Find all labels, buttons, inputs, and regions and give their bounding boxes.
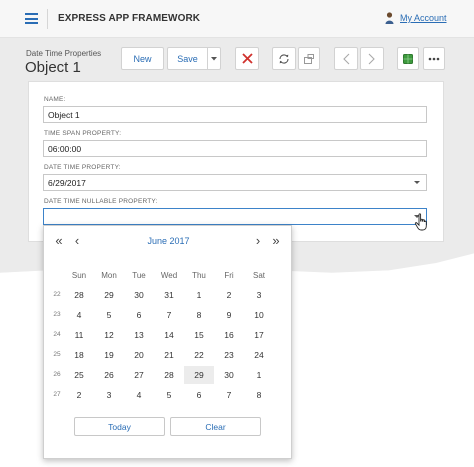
name-field[interactable]: Object 1	[43, 106, 427, 123]
calendar-day[interactable]: 27	[124, 366, 154, 384]
detail-form: NAME: Object 1 TIME SPAN PROPERTY: 06:00…	[28, 81, 444, 242]
calendar-day[interactable]: 29	[184, 366, 214, 384]
chevron-down-icon	[211, 56, 217, 60]
more-icon	[428, 57, 440, 60]
show-in-window-button[interactable]	[298, 47, 320, 70]
calendar-day[interactable]: 28	[154, 366, 184, 384]
day-of-week-header: Mon	[101, 271, 117, 280]
page-title: Object 1	[25, 59, 81, 76]
calendar-day[interactable]: 19	[94, 346, 124, 364]
calendar-day[interactable]: 28	[64, 286, 94, 304]
more-actions-button[interactable]	[423, 47, 445, 70]
calendar-day[interactable]: 13	[124, 326, 154, 344]
timespan-field[interactable]: 06:00:00	[43, 140, 427, 157]
hand-cursor-icon	[414, 213, 427, 231]
calendar-day[interactable]: 20	[124, 346, 154, 364]
clear-button[interactable]: Clear	[170, 417, 261, 436]
next-record-button[interactable]	[360, 47, 384, 70]
calendar-day[interactable]: 11	[64, 326, 94, 344]
calendar-day[interactable]: 22	[184, 346, 214, 364]
calendar-day[interactable]: 6	[184, 386, 214, 404]
app-title: EXPRESS APP FRAMEWORK	[58, 13, 201, 24]
calendar-day[interactable]: 4	[124, 386, 154, 404]
calendar-day[interactable]: 3	[94, 386, 124, 404]
my-account-link[interactable]: My Account	[400, 13, 447, 23]
name-label: NAME:	[44, 96, 66, 103]
calendar-popup: « ‹ June 2017 › » Sun Mon Tue Wed Thu Fri Sat …	[43, 225, 292, 459]
calendar-day[interactable]: 5	[94, 306, 124, 324]
calendar-day[interactable]: 5	[154, 386, 184, 404]
calendar-day[interactable]: 2	[214, 286, 244, 304]
datetime-value: 6/29/2017	[48, 178, 86, 188]
calendar-day[interactable]: 9	[214, 306, 244, 324]
grid-button[interactable]	[397, 47, 419, 70]
calendar-day[interactable]: 7	[154, 306, 184, 324]
calendar-day[interactable]: 6	[124, 306, 154, 324]
calendar-day[interactable]: 4	[64, 306, 94, 324]
today-button[interactable]: Today	[74, 417, 165, 436]
calendar-day[interactable]: 16	[214, 326, 244, 344]
calendar-day[interactable]: 25	[64, 366, 94, 384]
calendar-day[interactable]: 3	[244, 286, 274, 304]
calendar-day[interactable]: 31	[154, 286, 184, 304]
day-of-week-header: Sat	[252, 271, 265, 280]
calendar-day[interactable]: 15	[184, 326, 214, 344]
calendar-day[interactable]: 1	[184, 286, 214, 304]
day-of-week-header: Sun	[71, 271, 87, 280]
user-icon	[385, 12, 394, 24]
calendar-day[interactable]: 21	[154, 346, 184, 364]
save-button[interactable]: Save	[167, 47, 208, 70]
calendar-day[interactable]: 29	[94, 286, 124, 304]
calendar-day[interactable]: 24	[244, 346, 274, 364]
breadcrumb: Date Time Properties	[26, 49, 102, 58]
delete-button[interactable]	[235, 47, 259, 70]
refresh-icon	[279, 53, 289, 64]
calendar-day[interactable]: 10	[244, 306, 274, 324]
close-icon	[241, 53, 253, 64]
grid-icon	[403, 53, 413, 64]
chevron-left-icon	[343, 53, 350, 64]
calendar-day[interactable]: 1	[244, 366, 274, 384]
timespan-label: TIME SPAN PROPERTY:	[44, 130, 122, 137]
next-icon[interactable]: ›	[251, 234, 265, 248]
calendar-day[interactable]: 12	[94, 326, 124, 344]
nullable-datetime-field[interactable]	[43, 208, 427, 225]
app-bar: EXPRESS APP FRAMEWORK My Account	[0, 0, 474, 38]
day-of-week-header: Thu	[192, 271, 206, 280]
datetime-field[interactable]: 6/29/2017	[43, 174, 427, 191]
day-of-week-header: Wed	[160, 271, 178, 280]
calendar-day[interactable]: 30	[124, 286, 154, 304]
calendar-day[interactable]: 23	[214, 346, 244, 364]
day-of-week-header: Fri	[224, 271, 234, 280]
save-dropdown-button[interactable]	[207, 47, 221, 70]
calendar-day[interactable]: 26	[94, 366, 124, 384]
calendar-day[interactable]: 7	[214, 386, 244, 404]
datetime-label: DATE TIME PROPERTY:	[44, 164, 121, 171]
calendar-day[interactable]: 17	[244, 326, 274, 344]
previous-record-button[interactable]	[334, 47, 358, 70]
calendar-day[interactable]: 8	[244, 386, 274, 404]
refresh-button[interactable]	[272, 47, 296, 70]
divider	[47, 9, 48, 29]
chevron-down-icon[interactable]	[414, 181, 420, 184]
hamburger-icon[interactable]	[25, 13, 38, 24]
last-icon[interactable]: »	[269, 234, 283, 248]
calendar-day[interactable]: 14	[154, 326, 184, 344]
calendar-day[interactable]: 2	[64, 386, 94, 404]
nullable-datetime-label: DATE TIME NULLABLE PROPERTY:	[44, 198, 158, 205]
link-icon	[304, 53, 314, 64]
calendar-day[interactable]: 18	[64, 346, 94, 364]
day-of-week-header: Tue	[132, 271, 146, 280]
chevron-right-icon	[368, 53, 375, 64]
calendar-day[interactable]: 30	[214, 366, 244, 384]
calendar-day[interactable]: 8	[184, 306, 214, 324]
new-button[interactable]: New	[121, 47, 164, 70]
